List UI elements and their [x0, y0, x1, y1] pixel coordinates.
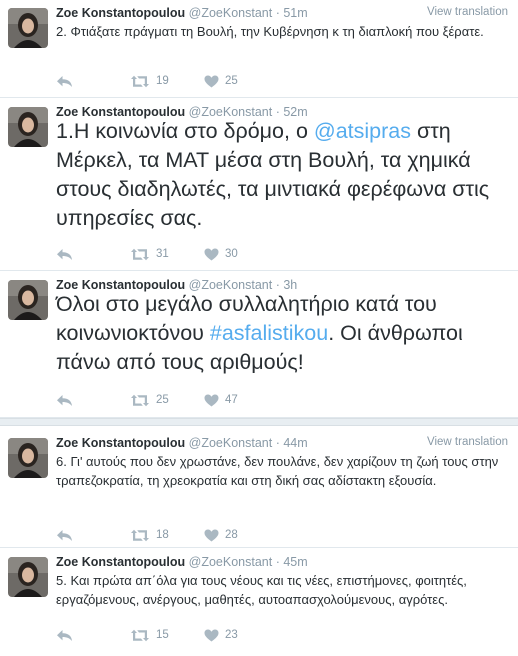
retweet-count: 19 — [156, 75, 169, 87]
reply-button[interactable] — [56, 526, 73, 544]
reply-button[interactable] — [56, 72, 73, 90]
avatar[interactable] — [8, 557, 48, 597]
reply-icon — [57, 248, 72, 260]
tweet-text: Όλοι στο μεγάλο συλλαλητήριο κατά του κο… — [56, 290, 504, 377]
like-count: 23 — [225, 629, 238, 641]
tweet-3[interactable]: Zoe Konstantopoulou @ZoeKonstant · 3h Όλ… — [0, 272, 518, 418]
retweet-button[interactable]: 31 — [130, 245, 169, 263]
tweet-4[interactable]: Zoe Konstantopoulou @ZoeKonstant · 44m V… — [0, 430, 518, 548]
retweet-count: 25 — [156, 394, 169, 406]
retweet-icon — [131, 629, 149, 641]
like-button[interactable]: 23 — [204, 626, 238, 644]
avatar[interactable] — [8, 107, 48, 147]
timestamp[interactable]: · 51m — [276, 6, 308, 20]
reply-icon — [57, 394, 72, 406]
like-button[interactable]: 47 — [204, 391, 238, 409]
heart-icon — [204, 75, 219, 87]
avatar[interactable] — [8, 280, 48, 320]
like-count: 30 — [225, 248, 238, 260]
tweet-text: 2. Φτιάξατε πράγματι τη Βουλή, την Κυβέρ… — [56, 22, 504, 41]
retweet-count: 18 — [156, 529, 169, 541]
fullname[interactable]: Zoe Konstantopoulou — [56, 436, 185, 450]
retweet-button[interactable]: 18 — [130, 526, 169, 544]
like-button[interactable]: 28 — [204, 526, 238, 544]
fullname[interactable]: Zoe Konstantopoulou — [56, 6, 185, 20]
retweet-count: 31 — [156, 248, 169, 260]
reply-icon — [57, 75, 72, 87]
tweet-1[interactable]: Zoe Konstantopoulou @ZoeKonstant · 51m V… — [0, 0, 518, 98]
username[interactable]: @ZoeKonstant — [189, 555, 273, 569]
retweet-button[interactable]: 19 — [130, 72, 169, 90]
tweet-text-part: 1.Η κοινωνία στο δρόμο, ο — [56, 119, 314, 143]
tweet-text: 1.Η κοινωνία στο δρόμο, ο @atsipras στη … — [56, 117, 504, 233]
mention-link[interactable]: @atsipras — [314, 119, 411, 143]
screenshot-separator — [0, 418, 518, 426]
tweet-text: 6. Γι' αυτούς που δεν χρωστάνε, δεν πουλ… — [56, 452, 504, 490]
reply-icon — [57, 529, 72, 541]
like-button[interactable]: 25 — [204, 72, 238, 90]
retweet-icon — [131, 529, 149, 541]
retweet-button[interactable]: 25 — [130, 391, 169, 409]
tweet-2[interactable]: Zoe Konstantopoulou @ZoeKonstant · 52m 1… — [0, 99, 518, 271]
like-count: 25 — [225, 75, 238, 87]
username[interactable]: @ZoeKonstant — [189, 436, 273, 450]
heart-icon — [204, 529, 219, 541]
reply-button[interactable] — [56, 626, 73, 644]
tweet-text-part: 5. Και πρώτα απ΄όλα για τους νέους και τ… — [56, 573, 467, 607]
tweet-text: 5. Και πρώτα απ΄όλα για τους νέους και τ… — [56, 571, 504, 609]
timestamp[interactable]: · 44m — [276, 436, 308, 450]
retweet-icon — [131, 248, 149, 260]
retweet-count: 15 — [156, 629, 169, 641]
avatar[interactable] — [8, 438, 48, 478]
retweet-button[interactable]: 15 — [130, 626, 169, 644]
heart-icon — [204, 629, 219, 641]
tweet-text-part: 6. Γι' αυτούς που δεν χρωστάνε, δεν πουλ… — [56, 454, 499, 488]
tweet-5[interactable]: Zoe Konstantopoulou @ZoeKonstant · 45m 5… — [0, 549, 518, 656]
tweet-text-part: 2. Φτιάξατε πράγματι τη Βουλή, την Κυβέρ… — [56, 24, 484, 39]
like-count: 47 — [225, 394, 238, 406]
reply-button[interactable] — [56, 391, 73, 409]
like-count: 28 — [225, 529, 238, 541]
view-translation-link[interactable]: View translation — [427, 436, 508, 448]
like-button[interactable]: 30 — [204, 245, 238, 263]
hashtag-link[interactable]: #asfalistikou — [210, 321, 328, 345]
username[interactable]: @ZoeKonstant — [189, 6, 273, 20]
view-translation-link[interactable]: View translation — [427, 6, 508, 18]
reply-button[interactable] — [56, 245, 73, 263]
retweet-icon — [131, 394, 149, 406]
timestamp[interactable]: · 45m — [276, 555, 308, 569]
heart-icon — [204, 394, 219, 406]
fullname[interactable]: Zoe Konstantopoulou — [56, 555, 185, 569]
avatar[interactable] — [8, 8, 48, 48]
reply-icon — [57, 629, 72, 641]
heart-icon — [204, 248, 219, 260]
retweet-icon — [131, 75, 149, 87]
